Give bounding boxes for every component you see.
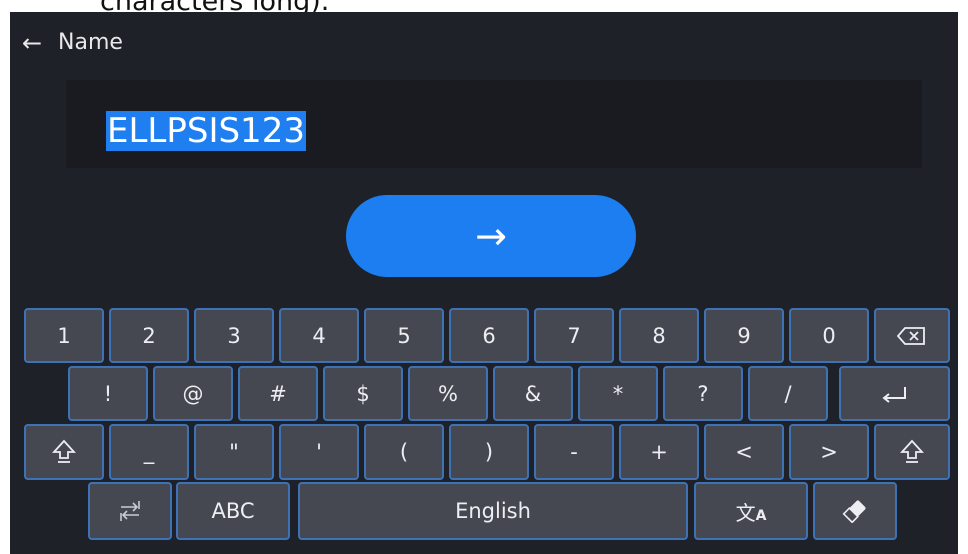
backspace-icon xyxy=(897,326,925,345)
key-underscore[interactable]: _ xyxy=(109,424,189,480)
key-label: / xyxy=(784,381,792,406)
key-label: ' xyxy=(316,440,322,464)
key-open-paren[interactable]: ( xyxy=(364,424,444,480)
shift-icon xyxy=(900,439,924,463)
key-percent[interactable]: % xyxy=(408,366,488,421)
key-3[interactable]: 3 xyxy=(194,308,274,363)
key-label: ! xyxy=(103,381,113,406)
key-plus[interactable]: + xyxy=(619,424,699,480)
key-9[interactable]: 9 xyxy=(704,308,784,363)
key-label: 5 xyxy=(397,323,411,348)
enter-key[interactable] xyxy=(839,366,950,421)
key-label: 8 xyxy=(652,323,666,348)
key-label: ABC xyxy=(211,499,255,523)
eraser-icon xyxy=(842,500,866,523)
key-close-paren[interactable]: ) xyxy=(449,424,529,480)
key-single-quote[interactable]: ' xyxy=(279,424,359,480)
key-hash[interactable]: # xyxy=(238,366,318,421)
key-5[interactable]: 5 xyxy=(364,308,444,363)
key-label: # xyxy=(269,381,287,406)
key-label: ? xyxy=(697,381,709,406)
translate-icon: 文A xyxy=(735,500,767,525)
key-label: < xyxy=(735,440,753,464)
key-exclamation[interactable]: ! xyxy=(68,366,148,421)
key-dollar[interactable]: $ xyxy=(323,366,403,421)
key-0[interactable]: 0 xyxy=(789,308,869,363)
key-label: 9 xyxy=(737,323,751,348)
abc-key[interactable]: ABC xyxy=(176,482,290,540)
on-screen-keyboard: 1 2 3 4 5 6 7 8 9 0 ! @ # $ % & * ? / _ … xyxy=(10,12,958,554)
key-label: & xyxy=(524,381,542,406)
switch-layout-icon xyxy=(120,501,140,521)
key-label: 1 xyxy=(57,323,71,348)
key-ampersand[interactable]: & xyxy=(493,366,573,421)
key-label: English xyxy=(455,499,531,523)
key-label: 6 xyxy=(482,323,496,348)
key-label: 3 xyxy=(227,323,241,348)
switch-layout-key[interactable] xyxy=(88,482,172,540)
key-label: 2 xyxy=(142,323,156,348)
key-label: " xyxy=(229,440,239,464)
translate-key[interactable]: 文A xyxy=(694,482,808,540)
key-label: 7 xyxy=(567,323,581,348)
key-label: > xyxy=(820,440,838,464)
key-2[interactable]: 2 xyxy=(109,308,189,363)
key-double-quote[interactable]: " xyxy=(194,424,274,480)
key-slash[interactable]: / xyxy=(748,366,828,421)
clear-key[interactable] xyxy=(813,482,897,540)
key-label: ) xyxy=(484,440,494,464)
shift-right-key[interactable] xyxy=(874,424,950,480)
key-label: _ xyxy=(143,440,155,464)
key-question[interactable]: ? xyxy=(663,366,743,421)
shift-left-key[interactable] xyxy=(24,424,104,480)
key-asterisk[interactable]: * xyxy=(578,366,658,421)
key-label: % xyxy=(438,381,458,406)
key-label: @ xyxy=(182,381,204,406)
key-6[interactable]: 6 xyxy=(449,308,529,363)
device-screen: ← Name ELLPSIS123 → 1 2 3 4 5 6 7 8 9 0 … xyxy=(10,12,958,554)
backspace-key[interactable] xyxy=(874,308,950,363)
key-less-than[interactable]: < xyxy=(704,424,784,480)
key-label: $ xyxy=(356,381,370,406)
shift-icon xyxy=(52,439,76,463)
key-minus[interactable]: - xyxy=(534,424,614,480)
key-label: 0 xyxy=(822,323,836,348)
key-label: 4 xyxy=(312,323,326,348)
key-greater-than[interactable]: > xyxy=(789,424,869,480)
key-4[interactable]: 4 xyxy=(279,308,359,363)
key-1[interactable]: 1 xyxy=(24,308,104,363)
key-label: + xyxy=(650,440,668,464)
key-label: - xyxy=(570,440,578,464)
key-at[interactable]: @ xyxy=(153,366,233,421)
enter-icon xyxy=(881,386,906,403)
key-7[interactable]: 7 xyxy=(534,308,614,363)
space-key[interactable]: English xyxy=(298,482,688,540)
key-label: ( xyxy=(399,440,409,464)
key-label: * xyxy=(612,381,624,406)
key-8[interactable]: 8 xyxy=(619,308,699,363)
